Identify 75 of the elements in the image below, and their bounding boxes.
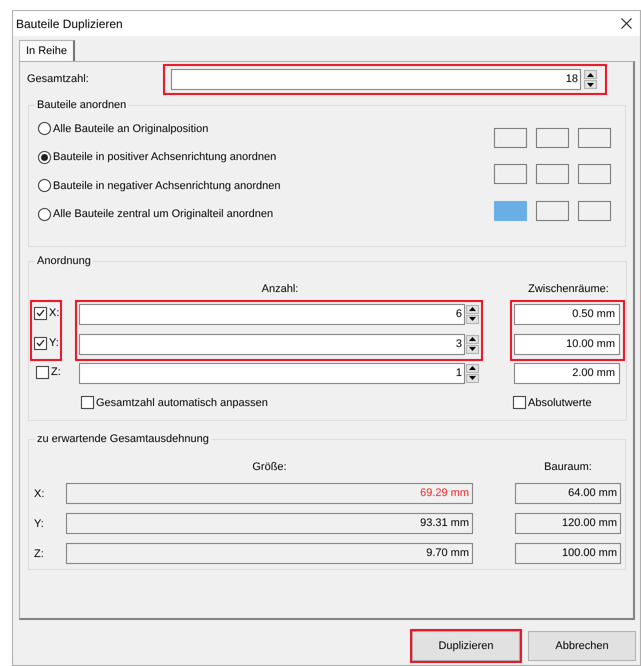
total-count-field[interactable]: 18 bbox=[171, 69, 581, 90]
radio-label: Alle Bauteile an Originalposition bbox=[53, 122, 208, 136]
checkbox-label: Gesamtzahl automatisch anpassen bbox=[96, 396, 268, 410]
spin-down-button[interactable] bbox=[584, 80, 597, 89]
checkbox[interactable] bbox=[34, 336, 47, 350]
radio-button[interactable] bbox=[38, 208, 51, 221]
group-title: Anordnung bbox=[36, 254, 92, 269]
position-cell[interactable] bbox=[536, 128, 569, 148]
build-space-readout: 120.00 mm bbox=[515, 512, 621, 534]
up-triangle-icon bbox=[469, 337, 476, 341]
group-title: zu erwartende Gesamtausdehnung bbox=[36, 432, 210, 447]
up-triangle-icon bbox=[469, 307, 476, 311]
position-cell[interactable] bbox=[536, 164, 569, 184]
column-header: Zwischenräume: bbox=[527, 282, 610, 294]
position-cell[interactable] bbox=[578, 200, 611, 221]
position-cell[interactable] bbox=[494, 164, 527, 184]
column-header: Anzahl: bbox=[260, 282, 300, 294]
axis-label: X: bbox=[49, 306, 60, 318]
up-triangle-icon bbox=[587, 72, 594, 76]
spin-down-button[interactable] bbox=[466, 374, 479, 382]
position-cell[interactable] bbox=[578, 164, 611, 184]
column-header: Bauraum: bbox=[543, 460, 593, 472]
down-triangle-icon bbox=[469, 347, 476, 351]
close-button[interactable] bbox=[618, 16, 634, 32]
size-value: 93.31 mm bbox=[420, 516, 469, 531]
count-field[interactable]: 3 bbox=[79, 334, 465, 354]
axis-label: Z: bbox=[51, 366, 61, 378]
position-cell[interactable] bbox=[494, 128, 527, 148]
checkbox[interactable] bbox=[513, 396, 526, 410]
position-cell[interactable] bbox=[578, 128, 611, 148]
spin-down-button[interactable] bbox=[466, 314, 479, 324]
checkbox[interactable] bbox=[81, 396, 94, 410]
down-triangle-icon bbox=[587, 82, 594, 86]
radio-button[interactable] bbox=[38, 179, 51, 192]
size-value: 9.70 mm bbox=[426, 546, 469, 561]
spin-up-button[interactable] bbox=[584, 70, 597, 79]
build-space-readout: 100.00 mm bbox=[515, 542, 621, 564]
checkbox-label: Absolutwerte bbox=[528, 396, 592, 410]
checkmark-icon bbox=[36, 339, 45, 347]
spacing-field[interactable]: 0.50 mm bbox=[514, 304, 620, 324]
size-value: 69.29 mm bbox=[420, 486, 469, 501]
axis-label: Y: bbox=[49, 336, 59, 348]
spacing-field[interactable]: 10.00 mm bbox=[514, 334, 620, 354]
group-title: Bauteile anordnen bbox=[36, 98, 128, 113]
position-cell[interactable] bbox=[494, 200, 527, 221]
build-space-readout: 64.00 mm bbox=[515, 482, 621, 504]
axis-label: X: bbox=[34, 486, 46, 502]
radio-option[interactable]: Alle Bauteile an Originalposition bbox=[38, 120, 208, 137]
radio-button[interactable] bbox=[38, 122, 51, 136]
checkmark-icon bbox=[36, 309, 45, 317]
spin-up-button[interactable] bbox=[466, 304, 479, 314]
spacing-field[interactable]: 2.00 mm bbox=[514, 362, 620, 384]
field-label: Gesamtzahl: bbox=[27, 72, 90, 88]
tab[interactable]: In Reihe bbox=[19, 40, 75, 61]
position-cell[interactable] bbox=[536, 200, 569, 221]
axis-label: Z: bbox=[34, 546, 45, 562]
checkbox-option[interactable]: Gesamtzahl automatisch anpassen bbox=[81, 394, 513, 411]
down-triangle-icon bbox=[469, 376, 476, 380]
column-header: Größe: bbox=[251, 460, 288, 472]
close-icon bbox=[620, 18, 632, 29]
up-triangle-icon bbox=[469, 366, 476, 370]
spin-up-button[interactable] bbox=[466, 364, 479, 372]
axis-label: Y: bbox=[34, 516, 45, 532]
checkbox[interactable] bbox=[34, 306, 47, 320]
spin-up-button[interactable] bbox=[466, 334, 479, 344]
spin-down-button[interactable] bbox=[466, 344, 479, 354]
checkbox-option[interactable]: Absolutwerte bbox=[513, 394, 592, 411]
dialog-button[interactable]: Abbrechen bbox=[528, 631, 636, 661]
window-title: Bauteile Duplizieren bbox=[16, 16, 123, 32]
down-triangle-icon bbox=[469, 317, 476, 321]
checkbox[interactable] bbox=[36, 366, 49, 378]
dialog-button[interactable]: Duplizieren bbox=[412, 631, 520, 661]
radio-button[interactable] bbox=[38, 150, 51, 164]
count-field[interactable]: 6 bbox=[79, 304, 465, 324]
count-field[interactable]: 1 bbox=[79, 362, 465, 384]
